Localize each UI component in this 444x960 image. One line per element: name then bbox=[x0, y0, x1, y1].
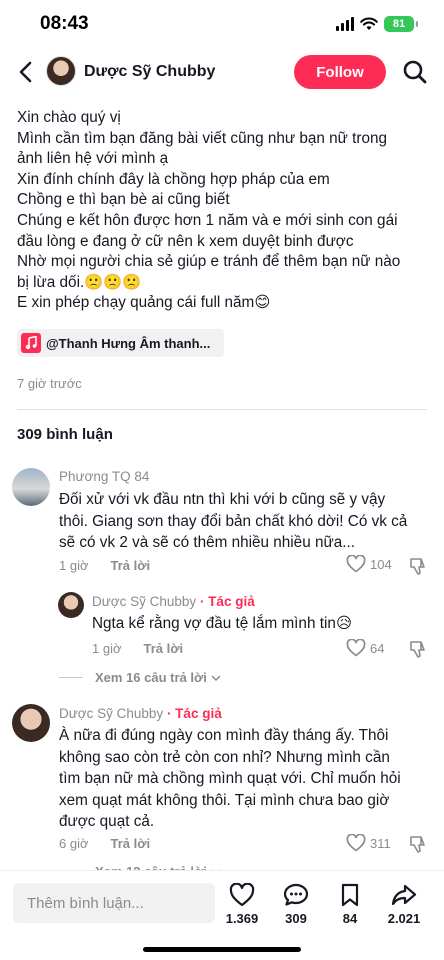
reply-button[interactable]: Trả lời bbox=[111, 558, 151, 573]
music-label: @Thanh Hưng Âm thanh... bbox=[46, 335, 211, 351]
comment-count: 309 bình luận bbox=[17, 426, 113, 443]
comment-author-name: Dược Sỹ Chubby bbox=[59, 706, 164, 721]
comment-time: 1 giờ bbox=[92, 641, 122, 656]
comment-author[interactable]: Dược Sỹ Chubby · Tác giả bbox=[59, 706, 222, 721]
comment-line: tìm bạn nữ mà chồng mình quạt với. Chỉ m… bbox=[59, 770, 401, 788]
wifi-icon bbox=[360, 17, 378, 30]
status-bar: 08:43 81 bbox=[0, 0, 444, 50]
post-timestamp: 7 giờ trước bbox=[17, 376, 82, 391]
home-indicator bbox=[143, 947, 301, 952]
view-replies-label: Xem 16 câu trả lời bbox=[95, 670, 207, 685]
dislike-icon[interactable] bbox=[408, 556, 428, 576]
heart-icon bbox=[229, 883, 255, 907]
comment-line: thôi. Giang sơn thay đổi bản chất khó dờ… bbox=[59, 512, 408, 530]
comment-author[interactable]: Dược Sỹ Chubby · Tác giả bbox=[92, 594, 255, 609]
caption-line: bị lừa dối.🙁🙁🙁 bbox=[17, 273, 142, 291]
comment-text: Ngta kể rằng vợ đầu tệ lắm mình tin😥 bbox=[92, 613, 352, 635]
like-total: 1.369 bbox=[225, 911, 259, 926]
like-count: 311 bbox=[370, 835, 391, 851]
dislike-icon[interactable] bbox=[408, 834, 428, 854]
music-chip[interactable]: @Thanh Hưng Âm thanh... bbox=[17, 329, 224, 357]
caption-line: E xin phép chạy quảng cái full năm😊 bbox=[17, 294, 271, 312]
heart-icon bbox=[346, 834, 366, 852]
follow-button[interactable]: Follow bbox=[294, 55, 386, 89]
status-time: 08:43 bbox=[40, 13, 89, 34]
profile-name[interactable]: Dược Sỹ Chubby bbox=[84, 63, 215, 81]
comment-line: được quạt cả. bbox=[59, 813, 155, 831]
like-button[interactable]: 64 bbox=[346, 639, 384, 657]
reply-button[interactable]: Trả lời bbox=[144, 641, 184, 656]
heart-icon bbox=[346, 639, 366, 657]
avatar[interactable] bbox=[12, 704, 50, 742]
share-action[interactable]: 2.021 bbox=[380, 883, 428, 926]
like-button[interactable]: 311 bbox=[346, 834, 391, 852]
caption-line: Chồng e thì bạn bè ai cũng biết bbox=[17, 191, 230, 209]
comment-line: À nữa đi đúng ngày con mình đầy tháng ấy… bbox=[59, 727, 389, 744]
comment-line: sẽ có vk 2 và sẽ có thêm nhiều nhiều nữa… bbox=[59, 534, 355, 552]
caption-line: Nhờ mọi người chia sẻ giúp e tránh để th… bbox=[17, 253, 401, 271]
signal-icon bbox=[336, 17, 354, 31]
comment-text: Đối xử với vk đầu ntn thì khi với b cũng… bbox=[59, 489, 407, 554]
dislike-icon[interactable] bbox=[408, 639, 428, 659]
music-note-icon bbox=[21, 333, 41, 353]
avatar[interactable] bbox=[46, 56, 76, 86]
back-icon[interactable] bbox=[14, 58, 38, 86]
author-tag: · Tác giả bbox=[196, 594, 255, 609]
comment-line: không sao còn trẻ còn con nhỉ? Nhưng mìn… bbox=[59, 748, 390, 766]
save-total: 84 bbox=[342, 911, 358, 926]
post-caption: Xin chào quý vị Mình cần tìm bạn đăng bà… bbox=[17, 108, 427, 314]
caption-line: đầu lòng e đang ở cữ nên k xem duyệt bin… bbox=[17, 232, 354, 250]
view-replies-button[interactable]: Xem 16 câu trả lời bbox=[59, 670, 221, 685]
reply-button[interactable]: Trả lời bbox=[111, 836, 151, 851]
comment-time: 6 giờ bbox=[59, 836, 89, 851]
like-count: 104 bbox=[370, 556, 392, 572]
comment-input[interactable] bbox=[13, 883, 215, 923]
comment-meta: 1 giờ Trả lời bbox=[92, 641, 183, 656]
like-count: 64 bbox=[370, 640, 385, 656]
heart-icon bbox=[346, 555, 366, 573]
comment-time: 1 giờ bbox=[59, 558, 89, 573]
share-total: 2.021 bbox=[387, 911, 421, 926]
divider bbox=[17, 409, 427, 410]
avatar[interactable] bbox=[12, 468, 50, 506]
chevron-down-icon bbox=[211, 674, 221, 681]
search-icon[interactable] bbox=[402, 59, 428, 85]
like-button[interactable]: 104 bbox=[346, 555, 392, 573]
header: Dược Sỹ Chubby Follow bbox=[0, 50, 444, 94]
comment-line: Đối xử với vk đầu ntn thì khi với b cũng… bbox=[59, 491, 386, 508]
comment-meta: 6 giờ Trả lời bbox=[59, 836, 150, 851]
comment-author[interactable]: Phương TQ 84 bbox=[59, 469, 149, 484]
comment-text: À nữa đi đúng ngày con mình đầy tháng ấy… bbox=[59, 725, 401, 833]
comment-meta: 1 giờ Trả lời bbox=[59, 558, 150, 573]
like-action[interactable]: 1.369 bbox=[218, 883, 266, 926]
comment-total: 309 bbox=[285, 911, 307, 926]
status-icons: 81 bbox=[336, 16, 418, 32]
battery-icon: 81 bbox=[384, 16, 418, 32]
comment-bubble-icon bbox=[283, 883, 309, 906]
bookmark-icon bbox=[341, 883, 359, 907]
caption-line: Chúng e kết hôn được hơn 1 năm và e mới … bbox=[17, 211, 398, 229]
share-icon bbox=[391, 884, 417, 906]
caption-line: Mình cần tìm bạn đăng bài viết cũng như … bbox=[17, 129, 387, 147]
author-tag: · Tác giả bbox=[163, 706, 222, 721]
comments-action[interactable]: 309 bbox=[272, 883, 320, 926]
comment-line: Ngta kể rằng vợ đầu tệ lắm mình tin😥 bbox=[92, 615, 352, 632]
comment-author-name: Dược Sỹ Chubby bbox=[92, 594, 197, 609]
caption-line: Xin chào quý vị bbox=[17, 109, 121, 126]
caption-line: Xin đính chính đây là chồng hợp pháp của… bbox=[17, 170, 330, 188]
save-action[interactable]: 84 bbox=[326, 883, 374, 926]
comment-line: xem quạt mát không thôi. Tại mình chưa b… bbox=[59, 791, 390, 809]
caption-line: ảnh liên hệ với mình ạ bbox=[17, 150, 169, 168]
avatar[interactable] bbox=[58, 592, 84, 618]
